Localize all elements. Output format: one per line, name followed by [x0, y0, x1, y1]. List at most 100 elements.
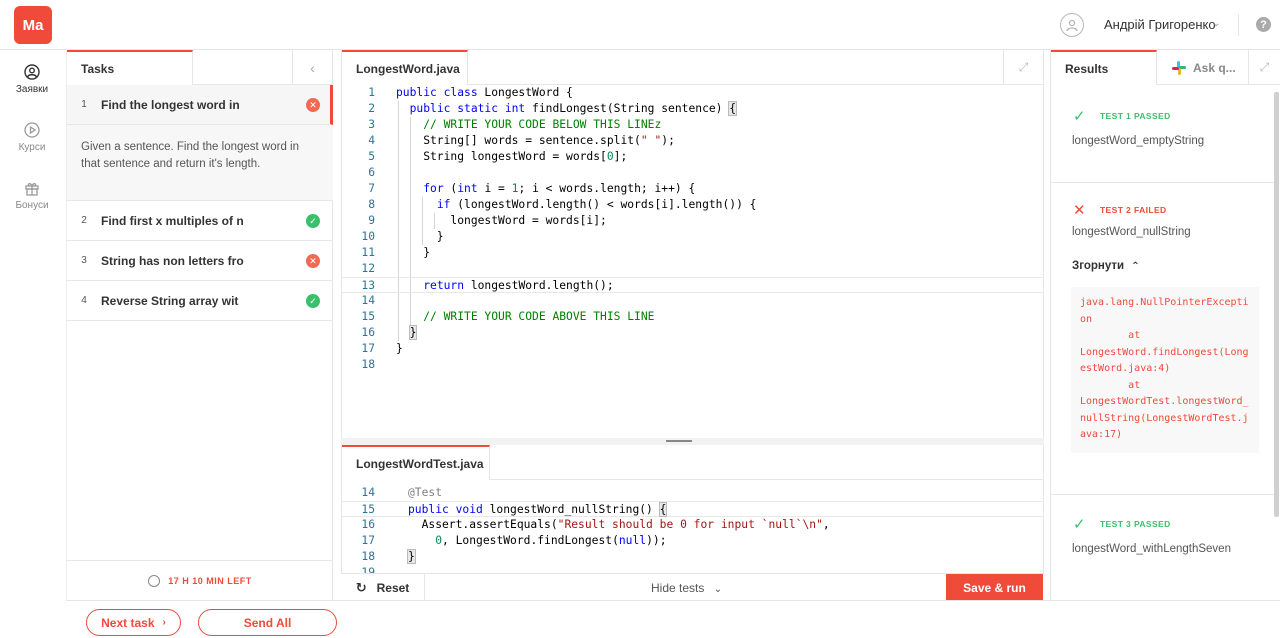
editor-actions: ↻ Reset Hide tests ⌄ Save & run — [341, 573, 1044, 601]
line-number: 4 — [368, 134, 375, 147]
test-tab-header: LongestWordTest.java — [342, 445, 1043, 480]
test-code-editor[interactable]: 14 @Test 15 public void longestWord_nullSt… — [342, 485, 1043, 573]
test-name: longestWord_withLengthSeven — [1072, 543, 1231, 555]
line-number: 7 — [368, 182, 375, 195]
test-name: longestWord_emptyString — [1072, 135, 1205, 147]
expand-icon[interactable]: ⤢ — [1248, 50, 1280, 85]
code-line: 1 public class LongestWord { — [342, 85, 1043, 101]
editor-splitter[interactable] — [341, 438, 1044, 445]
code-line: 17 0, LongestWord.findLongest(null)); — [342, 533, 1043, 549]
task-item-4[interactable]: 4 Reverse String array wit ✓ — [67, 281, 333, 321]
tab-tasks[interactable]: Tasks — [67, 50, 193, 85]
code-line: 8 if (longestWord.length() < words[i].le… — [342, 197, 1043, 213]
drag-handle-icon[interactable] — [666, 440, 692, 442]
chevron-down-icon: ⌄ — [713, 584, 723, 595]
left-nav: Заявки Курси Бонуси — [0, 50, 64, 638]
tasks-panel: Tasks ‹ 1 Find the longest word in ✕ Giv… — [66, 50, 333, 600]
code-line: 10 } — [342, 229, 1043, 245]
task-title: String has non letters fro — [101, 253, 244, 268]
hide-tests-label: Hide tests — [651, 581, 705, 595]
line-number: 14 — [361, 294, 375, 307]
test-status: ✕ TEST 2 FAILED — [1073, 201, 1167, 219]
test-status: ✓ TEST 3 PASSED — [1073, 515, 1171, 533]
test-status-text: TEST 2 FAILED — [1099, 205, 1167, 215]
task-item-1[interactable]: 1 Find the longest word in ✕ — [67, 85, 333, 125]
code-line: 12 — [342, 261, 1043, 277]
line-number: 14 — [361, 486, 375, 499]
editor-tab-header: LongestWord.java ⤢ — [342, 50, 1043, 85]
failed-icon: ✕ — [306, 254, 320, 268]
nav-item-bonuses[interactable]: Бонуси — [0, 180, 64, 211]
test-editor-panel: LongestWordTest.java 14 @Test 15 public vo… — [341, 445, 1044, 573]
results-panel: Results Ask q... ⤢ ✓ TEST 1 PASSED longes… — [1050, 50, 1280, 600]
code-line: 16 } — [342, 325, 1043, 341]
line-number: 3 — [368, 118, 375, 131]
nav-item-label: Заявки — [15, 84, 49, 95]
save-run-button[interactable]: Save & run — [946, 574, 1043, 601]
tab-results[interactable]: Results — [1051, 50, 1157, 85]
code-line: 16 Assert.assertEquals("Result should be… — [342, 517, 1043, 533]
hide-tests-button[interactable]: Hide tests ⌄ — [651, 581, 722, 595]
user-name[interactable]: Андрій Григоренко — [1104, 17, 1216, 32]
tab-ask-question[interactable]: Ask q... — [1157, 50, 1249, 85]
line-number: 10 — [361, 230, 375, 243]
chevron-up-icon: ⌃ — [1131, 261, 1140, 272]
line-number: 2 — [368, 102, 375, 115]
time-left: 17 Н 10 MIN LEFT — [67, 560, 333, 600]
passed-icon: ✓ — [306, 214, 320, 228]
line-number: 12 — [361, 262, 375, 275]
slack-icon — [1172, 60, 1186, 75]
line-number: 18 — [361, 550, 375, 563]
test-result-3: ✓ TEST 3 PASSED longestWord_withLengthSev… — [1051, 495, 1279, 593]
line-number: 5 — [368, 150, 375, 163]
code-line: 19 — [342, 565, 1043, 573]
nav-item-courses[interactable]: Курси — [0, 122, 64, 153]
help-icon[interactable]: ? — [1256, 17, 1271, 32]
line-number: 18 — [361, 358, 375, 371]
collapse-panel-icon[interactable]: ‹ — [292, 50, 332, 85]
code-line: 3 // WRITE YOUR CODE BELOW THIS LINEz — [342, 117, 1043, 133]
line-number: 17 — [361, 534, 375, 547]
code-line: 15 // WRITE YOUR CODE ABOVE THIS LINE — [342, 309, 1043, 325]
stack-trace: java.lang.NullPointerException at Longes… — [1071, 287, 1259, 453]
check-icon: ✓ — [1073, 516, 1086, 533]
check-icon: ✓ — [1073, 108, 1086, 125]
collapse-label: Згорнути — [1072, 260, 1125, 272]
test-name: longestWord_nullString — [1072, 226, 1191, 238]
app-logo[interactable]: Ma — [14, 6, 52, 44]
next-task-button[interactable]: Next task › — [86, 609, 181, 636]
user-avatar-icon[interactable] — [1060, 13, 1084, 37]
line-number: 17 — [361, 342, 375, 355]
nav-item-applications[interactable]: Заявки — [0, 64, 64, 95]
user-icon — [24, 64, 40, 80]
send-all-button[interactable]: Send All — [198, 609, 337, 636]
code-line: 11 } — [342, 245, 1043, 261]
results-scrollbar[interactable] — [1274, 92, 1279, 517]
test-status-text: TEST 3 PASSED — [1099, 519, 1171, 529]
line-number: 6 — [368, 166, 375, 179]
task-item-3[interactable]: 3 String has non letters fro ✕ — [67, 241, 333, 281]
nav-item-label: Курси — [18, 142, 46, 153]
chevron-down-icon[interactable]: ⌄ — [1212, 18, 1220, 29]
reset-label: Reset — [376, 580, 410, 595]
results-tab-header: Results Ask q... ⤢ — [1051, 50, 1280, 85]
code-line-current: 13 return longestWord.length(); — [342, 277, 1043, 293]
code-line: 7 for (int i = 1; i < words.length; i++)… — [342, 181, 1043, 197]
divider — [1238, 14, 1239, 36]
tab-longestword-java[interactable]: LongestWord.java — [342, 50, 468, 85]
task-title: Find first x multiples of n — [101, 213, 244, 228]
gift-icon — [25, 183, 39, 196]
tab-longestwordtest-java[interactable]: LongestWordTest.java — [342, 445, 490, 480]
task-item-2[interactable]: 2 Find first x multiples of n ✓ — [67, 201, 333, 241]
test-status-text: TEST 1 PASSED — [1099, 111, 1171, 121]
expand-icon[interactable]: ⤢ — [1003, 50, 1043, 85]
test-status: ✓ TEST 1 PASSED — [1073, 107, 1171, 125]
code-line-current: 15 public void longestWord_nullString() { — [342, 501, 1043, 517]
reset-button[interactable]: ↻ Reset — [341, 574, 425, 601]
collapse-button[interactable]: Згорнути ⌃ — [1072, 260, 1140, 272]
code-line: 17} — [342, 341, 1043, 357]
code-line: 14 — [342, 293, 1043, 309]
line-number: 1 — [368, 86, 375, 99]
test-result-1: ✓ TEST 1 PASSED longestWord_emptyString — [1051, 85, 1279, 183]
task-number: 3 — [81, 255, 87, 266]
